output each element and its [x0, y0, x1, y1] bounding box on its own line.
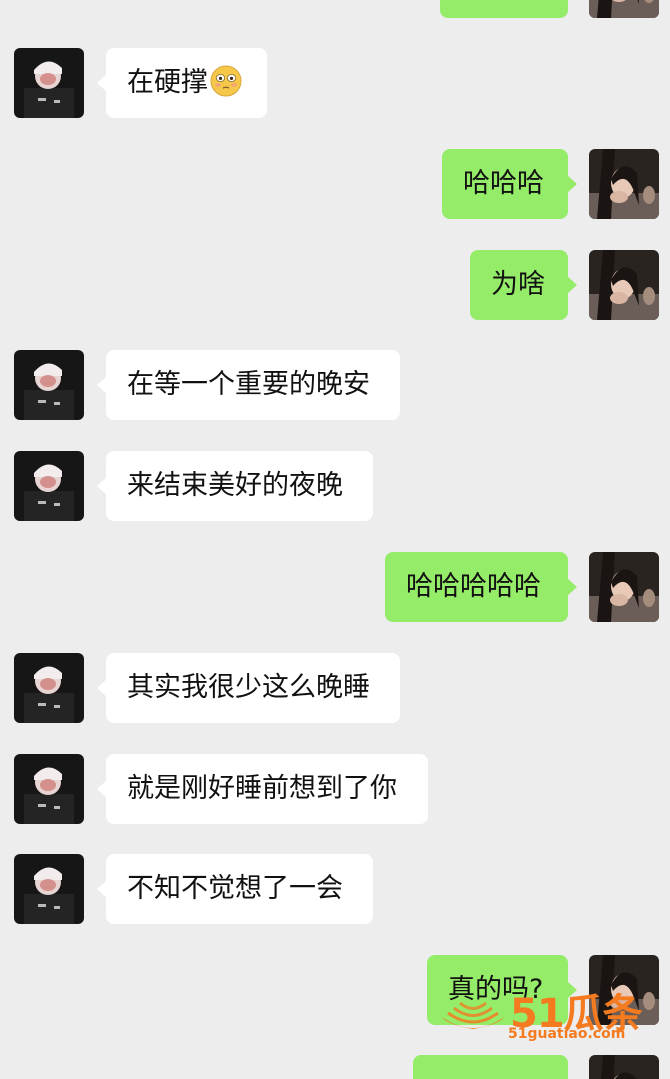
avatar-contact[interactable] — [14, 350, 84, 420]
avatar-self[interactable] — [589, 552, 659, 622]
avatar-self[interactable] — [589, 1055, 659, 1079]
avatar-contact[interactable] — [14, 48, 84, 118]
message-bubble-received[interactable]: 在等一个重要的晚安 — [97, 350, 400, 420]
message-row-received: 来结束美好的夜晚 — [0, 451, 670, 523]
avatar-contact[interactable] — [14, 451, 84, 521]
message-row-sent: 哈哈哈哈哈 — [0, 552, 670, 624]
avatar-self[interactable] — [589, 250, 659, 320]
message-row-sent: 为啥 — [0, 250, 670, 322]
message-text: 就是刚好睡前想到了你 — [127, 773, 397, 804]
message-row-received: 在等一个重要的晚安 — [0, 350, 670, 422]
message-bubble-received[interactable]: 来结束美好的夜晚 — [97, 451, 373, 521]
message-row-received: 其实我很少这么晚睡 — [0, 653, 670, 725]
message-text: 其实我很少这么晚睡 — [127, 672, 370, 703]
message-text: 不知不觉想了一会 — [127, 873, 343, 904]
message-row-sent: 哈哈哈 — [0, 149, 670, 221]
message-bubble-received[interactable]: 其实我很少这么晚睡 — [97, 653, 400, 723]
message-row-sent — [0, 1055, 670, 1079]
message-bubble-sent[interactable] — [440, 0, 568, 18]
message-text: 为啥 — [491, 269, 545, 300]
avatar-self[interactable] — [589, 0, 659, 18]
message-text: 在硬撑 — [127, 67, 208, 98]
message-bubble-received[interactable]: 在硬撑 — [97, 48, 267, 118]
message-bubble-received[interactable]: 就是刚好睡前想到了你 — [97, 754, 428, 824]
message-bubble-sent[interactable] — [413, 1055, 568, 1079]
site-watermark: 51瓜条 51guatiao.com — [436, 985, 656, 1047]
message-text: 哈哈哈 — [463, 168, 544, 199]
avatar-contact[interactable] — [14, 653, 84, 723]
avatar-self[interactable] — [589, 149, 659, 219]
watermelon-logo-icon — [442, 1001, 504, 1029]
message-bubble-sent[interactable]: 为啥 — [470, 250, 577, 320]
message-bubble-sent[interactable]: 哈哈哈哈哈 — [385, 552, 577, 622]
message-text: 在等一个重要的晚安 — [127, 369, 370, 400]
message-row-received: 不知不觉想了一会 — [0, 854, 670, 926]
message-row-received: 就是刚好睡前想到了你 — [0, 754, 670, 826]
avatar-contact[interactable] — [14, 854, 84, 924]
message-row-received: 在硬撑 — [0, 48, 670, 120]
watermark-url: 51guatiao.com — [508, 1026, 626, 1042]
message-bubble-sent[interactable]: 哈哈哈 — [442, 149, 577, 219]
message-text: 来结束美好的夜晚 — [127, 470, 343, 501]
message-bubble-received[interactable]: 不知不觉想了一会 — [97, 854, 373, 924]
avatar-contact[interactable] — [14, 754, 84, 824]
message-row-sent — [0, 0, 670, 20]
message-text: 哈哈哈哈哈 — [406, 571, 541, 602]
chat-message-list[interactable]: 在硬撑 哈哈哈 为啥 在等一个重要的晚安 来结束美好的夜晚 哈哈哈哈哈 其实我很… — [0, 0, 670, 1079]
flushed-face-emoji — [210, 65, 242, 97]
